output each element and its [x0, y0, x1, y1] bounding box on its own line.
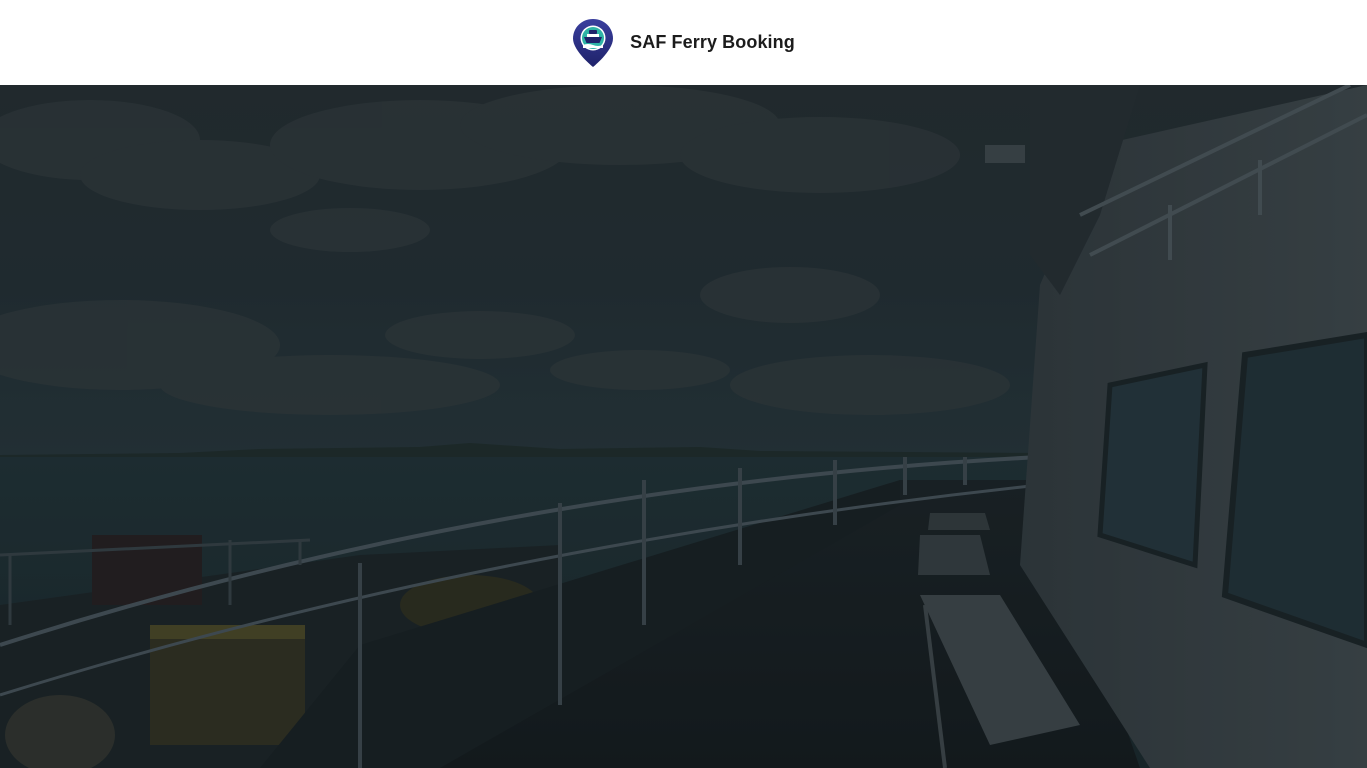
top-header: SAF Ferry Booking: [0, 0, 1367, 85]
brand-home-link[interactable]: SAF Ferry Booking: [572, 18, 795, 68]
hero-overlay: [0, 85, 1367, 768]
hero-background: [0, 85, 1367, 768]
brand-name: SAF Ferry Booking: [630, 32, 795, 52]
ferry-location-pin-icon: [573, 18, 614, 67]
ferry-deck-sea-view: [0, 85, 1367, 768]
